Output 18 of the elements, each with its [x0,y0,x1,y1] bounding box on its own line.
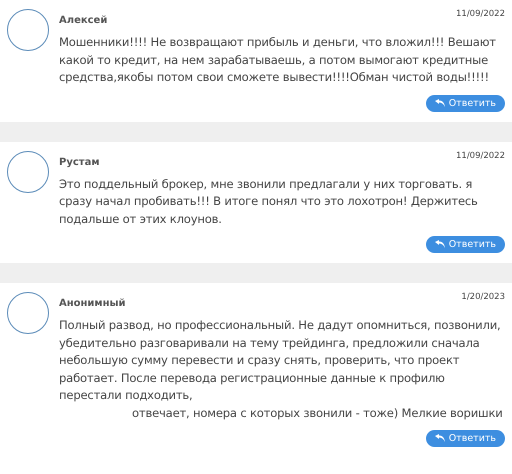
reply-arrow-icon [434,434,445,443]
avatar-icon [7,150,49,192]
avatar-icon [7,9,49,51]
comment-date: 11/09/2022 [456,9,505,19]
reply-button[interactable]: Ответить [426,236,505,253]
comment-date: 11/09/2022 [456,150,505,160]
comment-text: Это поддельный брокер, мне звонили предлагали у них торговать. я сразу начал пробивать!!! В итоге понял что это лохотрон! Держитесь подальше от этих клоунов. [59,176,479,228]
reply-arrow-icon [434,98,445,108]
author-name: Рустам [59,156,100,168]
author-name: Алексей [59,15,108,26]
reply-button[interactable]: Ответить [426,430,505,447]
comment-date: 1/20/2023 [461,292,505,302]
reply-arrow-icon [434,240,445,249]
author-name: Анонимный [59,298,126,309]
avatar-icon [7,292,49,334]
reply-button[interactable]: Ответить [426,94,505,112]
comment-text: отвечает, номера с которых звонили - тоже) Мелкие воришки [131,404,504,422]
comment-text: Мошенники!!!! Не возвращают прибыль и деньги, что вложил!!! Вешают какой то кредит, на нем зарабатываешь, а потом вымогают кредитные средства,якобы потом свои сможете вывести!!!!Обман чистой воды!!!!! [59,34,497,86]
